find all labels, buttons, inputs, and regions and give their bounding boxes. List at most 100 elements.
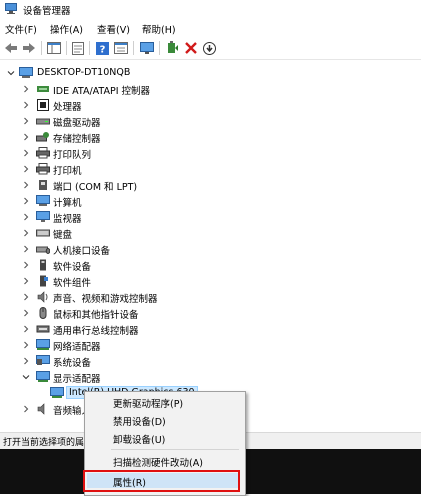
tree-item-storage[interactable]: 存储控制器 xyxy=(0,129,421,145)
title-bar: 设备管理器 xyxy=(0,0,421,19)
printer-icon xyxy=(36,163,50,175)
tree-item-print-queue[interactable]: 打印队列 xyxy=(0,145,421,161)
menu-action[interactable]: 操作(A) xyxy=(50,22,83,36)
forward-arrow-icon[interactable] xyxy=(21,40,37,56)
chevron-right-icon[interactable] xyxy=(22,117,30,125)
tree-item-network[interactable]: 网络适配器 xyxy=(0,337,421,353)
view-resources-icon[interactable] xyxy=(113,40,129,56)
tree-item-monitor[interactable]: 监视器 xyxy=(0,209,421,225)
uninstall-x-icon[interactable] xyxy=(183,40,199,56)
tree-item-label: 处理器 xyxy=(53,102,82,113)
tree-item-label: 网络适配器 xyxy=(53,342,101,353)
tree-item-label: 计算机 xyxy=(53,198,82,209)
tree-root-label: DESKTOP-DT10NQB xyxy=(37,67,131,78)
tree-item-label: 声音、视频和游戏控制器 xyxy=(53,294,158,305)
update-driver-icon[interactable] xyxy=(164,40,180,56)
back-arrow-icon[interactable] xyxy=(3,40,19,56)
toolbar-separator xyxy=(41,41,42,55)
tree-item-hid[interactable]: 人机接口设备 xyxy=(0,241,421,257)
svg-text:?: ? xyxy=(99,44,105,55)
toolbar-separator xyxy=(89,41,90,55)
chevron-right-icon[interactable] xyxy=(22,101,30,109)
device-tree: DESKTOP-DT10NQB IDE ATA/ATAPI 控制器 处理器 磁盘… xyxy=(0,60,421,432)
chevron-right-icon[interactable] xyxy=(22,293,30,301)
tree-item-label: 系统设备 xyxy=(53,358,92,369)
tree-item-label: 通用串行总线控制器 xyxy=(53,326,139,337)
tree-item-sound[interactable]: 声音、视频和游戏控制器 xyxy=(0,289,421,305)
tree-item-label: 人机接口设备 xyxy=(53,246,111,257)
tree-item-printer[interactable]: 打印机 xyxy=(0,161,421,177)
speaker-icon xyxy=(37,291,48,303)
tree-item-label: 监视器 xyxy=(53,214,82,225)
tree-item-computer[interactable]: 计算机 xyxy=(0,193,421,209)
tree-item-label: 端口 (COM 和 LPT) xyxy=(53,182,138,193)
tree-item-software-component[interactable]: 软件组件 xyxy=(0,273,421,289)
highlight-annotation xyxy=(83,470,240,492)
chevron-right-icon[interactable] xyxy=(22,133,30,141)
chevron-right-icon[interactable] xyxy=(22,405,30,413)
tree-item-mouse[interactable]: 鼠标和其他指针设备 xyxy=(0,305,421,321)
properties-sheet-icon[interactable] xyxy=(70,40,86,56)
chevron-right-icon[interactable] xyxy=(22,245,30,253)
processor-icon xyxy=(37,99,49,111)
menu-item-update-driver[interactable]: 更新驱动程序(P) xyxy=(113,396,183,410)
toolbar-separator xyxy=(159,41,160,55)
usb-controller-icon xyxy=(36,325,50,333)
menu-item-uninstall-device[interactable]: 卸载设备(U) xyxy=(113,432,165,446)
toolbar: ? xyxy=(0,37,421,60)
menu-file[interactable]: 文件(F) xyxy=(5,22,37,36)
chevron-right-icon[interactable] xyxy=(22,325,30,333)
menu-separator xyxy=(111,449,239,450)
menu-bar: 文件(F) 操作(A) 查看(V) 帮助(H) xyxy=(0,19,421,37)
chevron-right-icon[interactable] xyxy=(22,357,30,365)
monitor-icon xyxy=(36,211,50,222)
tree-item-processor[interactable]: 处理器 xyxy=(0,97,421,113)
show-hide-tree-icon[interactable] xyxy=(46,40,62,56)
chevron-right-icon[interactable] xyxy=(22,149,30,157)
menu-view[interactable]: 查看(V) xyxy=(97,22,130,36)
tree-item-software-device[interactable]: 软件设备 xyxy=(0,257,421,273)
chevron-right-icon[interactable] xyxy=(22,181,30,189)
tree-item-usb[interactable]: 通用串行总线控制器 xyxy=(0,321,421,337)
computer-icon xyxy=(36,195,50,206)
chevron-right-icon[interactable] xyxy=(22,277,30,285)
mouse-icon xyxy=(39,307,47,319)
tree-item-keyboard[interactable]: 键盘 xyxy=(0,225,421,241)
chevron-right-icon[interactable] xyxy=(22,261,30,269)
computer-icon xyxy=(19,67,33,78)
storage-controller-icon xyxy=(36,132,49,142)
download-circle-icon[interactable] xyxy=(201,40,217,56)
display-adapter-icon xyxy=(36,371,50,382)
tree-item-ports[interactable]: 端口 (COM 和 LPT) xyxy=(0,177,421,193)
chevron-right-icon[interactable] xyxy=(22,229,30,237)
tree-item-label: 打印队列 xyxy=(53,150,92,161)
menu-item-disable-device[interactable]: 禁用设备(D) xyxy=(113,414,166,428)
chevron-right-icon[interactable] xyxy=(22,85,30,93)
chevron-right-icon[interactable] xyxy=(22,341,30,349)
ide-controller-icon xyxy=(37,86,49,92)
tree-item-system[interactable]: 系统设备 xyxy=(0,353,421,369)
chevron-down-icon[interactable] xyxy=(22,373,30,381)
tree-item-label: 软件组件 xyxy=(53,278,92,289)
tree-root[interactable]: DESKTOP-DT10NQB xyxy=(0,65,421,81)
chevron-right-icon[interactable] xyxy=(22,213,30,221)
monitor-icon[interactable] xyxy=(139,40,155,56)
tree-item-label: 显示适配器 xyxy=(53,374,101,385)
display-adapter-icon xyxy=(50,387,64,398)
tree-item-label: 存储控制器 xyxy=(53,134,101,145)
tree-item-label: 打印机 xyxy=(53,166,82,177)
print-queue-icon xyxy=(36,147,50,159)
software-component-icon xyxy=(40,275,48,287)
tree-item-ide[interactable]: IDE ATA/ATAPI 控制器 xyxy=(0,81,421,97)
help-icon[interactable]: ? xyxy=(94,40,110,56)
menu-item-scan-hardware[interactable]: 扫描检测硬件改动(A) xyxy=(113,455,203,469)
chevron-down-icon[interactable] xyxy=(7,69,15,77)
menu-help[interactable]: 帮助(H) xyxy=(142,22,176,36)
chevron-right-icon[interactable] xyxy=(22,197,30,205)
chevron-right-icon[interactable] xyxy=(22,165,30,173)
chevron-right-icon[interactable] xyxy=(22,309,30,317)
audio-input-icon xyxy=(37,403,45,415)
keyboard-icon xyxy=(36,229,50,237)
tree-item-disk[interactable]: 磁盘驱动器 xyxy=(0,113,421,129)
tree-item-display-adapter[interactable]: 显示适配器 xyxy=(0,369,421,385)
